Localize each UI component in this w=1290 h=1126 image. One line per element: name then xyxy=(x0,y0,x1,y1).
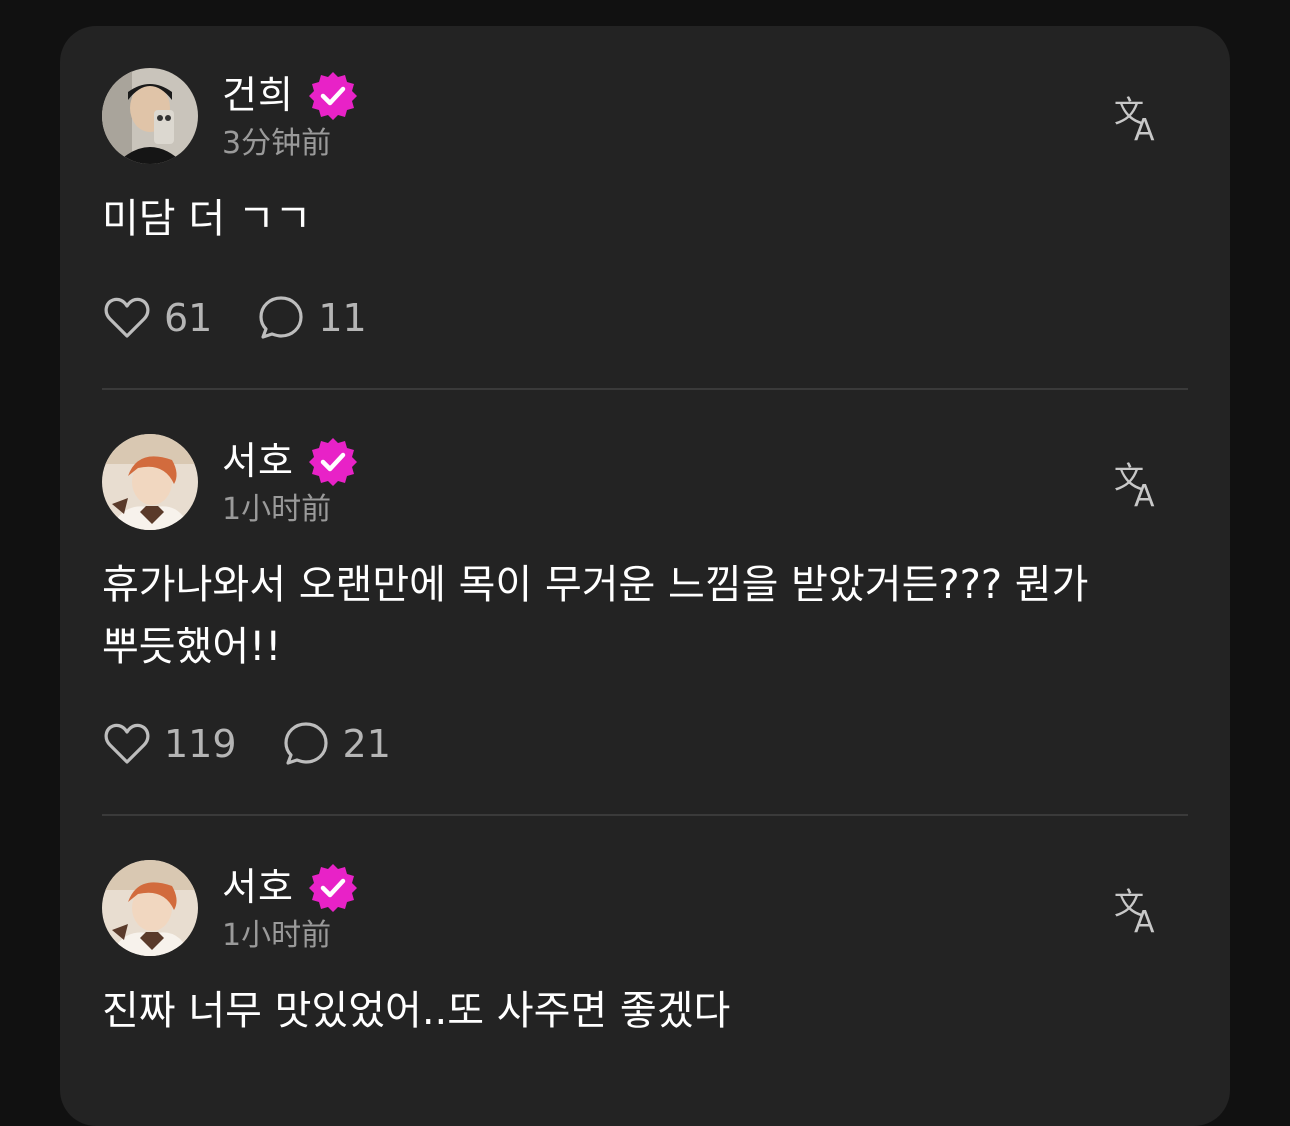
comment-button[interactable]: 21 xyxy=(281,719,391,769)
comment-count: 21 xyxy=(342,722,391,766)
post-time: 1小时前 xyxy=(222,492,332,527)
like-button[interactable]: 119 xyxy=(102,719,237,769)
verified-badge-icon xyxy=(308,438,357,486)
post-item: 서호 1小时前 文 A 휴가나와서 오랜만에 목이 무거운 느낌을 받았거든??… xyxy=(102,434,1188,814)
avatar[interactable] xyxy=(102,860,198,956)
author-row: 건희 xyxy=(222,70,358,120)
like-button[interactable]: 61 xyxy=(102,293,212,343)
author-name[interactable]: 서호 xyxy=(222,436,294,486)
translate-icon[interactable]: 文 A xyxy=(1112,456,1168,512)
comment-bubble-icon xyxy=(259,296,303,339)
svg-text:A: A xyxy=(1134,905,1155,938)
post-text: 진짜 너무 맛있었어..또 사주면 좋겠다 xyxy=(102,988,731,1034)
post-divider xyxy=(102,388,1188,390)
like-count: 61 xyxy=(164,296,213,340)
avatar[interactable] xyxy=(102,434,198,530)
comment-bubble-icon xyxy=(283,722,328,765)
post-text: 미담 더 ㄱㄱ xyxy=(102,196,312,242)
heart-icon xyxy=(104,297,150,338)
post-text: 휴가나와서 오랜만에 목이 무거운 느낌을 받았거든??? 뭔가 뿌듯했어!! xyxy=(102,562,1089,670)
translate-icon[interactable]: 文 A xyxy=(1112,882,1168,938)
comment-count: 11 xyxy=(318,296,367,340)
post-actions: 119 21 xyxy=(102,719,435,769)
heart-icon xyxy=(104,723,150,764)
post-time: 1小时前 xyxy=(222,918,332,953)
post-item: 서호 1小时前 文 A 진짜 너무 맛있었어..또 사주면 좋겠다 xyxy=(102,860,1188,1060)
like-count: 119 xyxy=(164,722,237,766)
post-time: 3分钟前 xyxy=(222,126,332,161)
post-item: 건희 3分钟前 文 A 미담 더 ㄱㄱ 61 11 xyxy=(102,68,1188,398)
author-name[interactable]: 건희 xyxy=(222,70,294,120)
verified-badge-icon xyxy=(308,864,357,912)
author-row: 서호 xyxy=(222,436,358,486)
author-name[interactable]: 서호 xyxy=(222,862,294,912)
avatar[interactable] xyxy=(102,68,198,164)
translate-icon[interactable]: 文 A xyxy=(1112,90,1168,146)
svg-text:A: A xyxy=(1134,113,1155,146)
post-actions: 61 11 xyxy=(102,293,411,343)
verified-badge-icon xyxy=(308,72,357,120)
post-divider xyxy=(102,814,1188,816)
author-row: 서호 xyxy=(222,862,358,912)
feed-card: 건희 3分钟前 文 A 미담 더 ㄱㄱ 61 11 서호 1小时前 文 A 휴가… xyxy=(60,26,1230,1126)
svg-text:A: A xyxy=(1134,479,1155,512)
comment-button[interactable]: 11 xyxy=(256,293,367,343)
